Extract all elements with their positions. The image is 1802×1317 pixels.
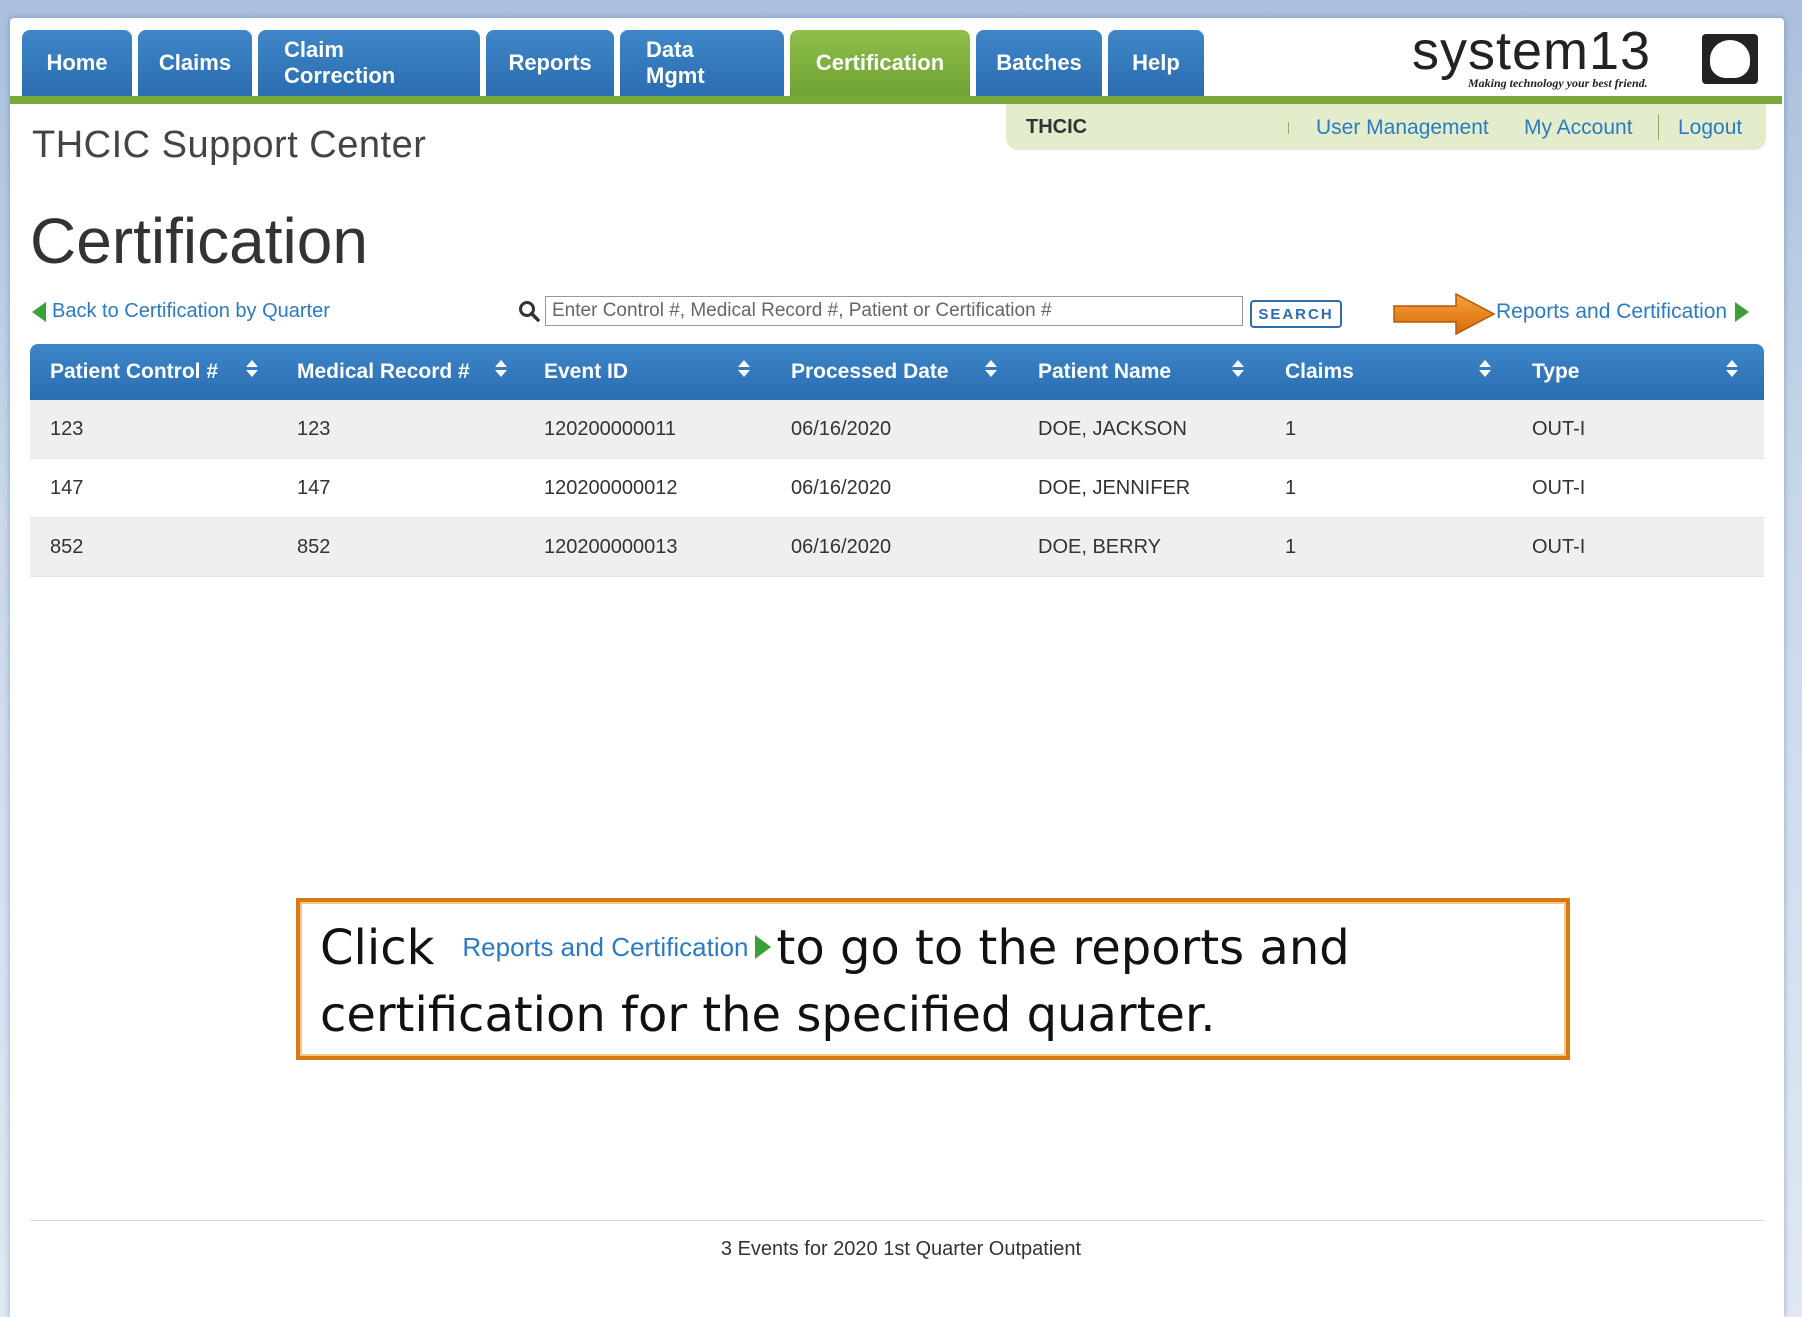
- site-title: THCIC Support Center: [32, 124, 427, 166]
- tab-claims[interactable]: Claims: [138, 30, 252, 96]
- cell-event-id: 120200000012: [544, 476, 678, 499]
- cell-claims: 1: [1285, 476, 1297, 499]
- search-icon: [519, 301, 540, 322]
- arrow-right-icon: [1735, 302, 1750, 322]
- back-to-certification-link[interactable]: Back to Certification by Quarter: [32, 300, 330, 323]
- footer-divider: [30, 1220, 1764, 1221]
- my-account-link[interactable]: My Account: [1524, 116, 1633, 140]
- column-header-processed-date[interactable]: Processed Date: [771, 344, 1018, 400]
- cell-patient-control: 852: [50, 535, 84, 558]
- logo-tagline: Making technology your best friend.: [1468, 76, 1648, 90]
- column-header-event-id[interactable]: Event ID: [524, 344, 771, 400]
- main-nav: Home Claims Claim Correction Reports Dat…: [22, 30, 1204, 96]
- tab-home[interactable]: Home: [22, 30, 132, 96]
- cell-medical-record: 123: [297, 417, 331, 440]
- instruction-callout: Click Reports and Certification to go to t…: [296, 898, 1570, 1060]
- column-label: Medical Record #: [297, 360, 470, 383]
- column-header-claims[interactable]: Claims: [1265, 344, 1512, 400]
- cell-claims: 1: [1285, 417, 1297, 440]
- column-label: Patient Name: [1038, 360, 1172, 383]
- column-label: Claims: [1285, 360, 1354, 383]
- cell-type: OUT-I: [1532, 417, 1586, 440]
- cell-claims: 1: [1285, 535, 1297, 558]
- tab-reports[interactable]: Reports: [486, 30, 614, 96]
- callout-reports-link: Reports and Certification: [462, 915, 771, 979]
- sort-icon[interactable]: [1477, 358, 1491, 380]
- system13-logo: system13 Making technology your best fri…: [1412, 21, 1764, 94]
- cell-patient-name: DOE, BERRY: [1038, 535, 1161, 558]
- logo-text: system13: [1412, 21, 1652, 81]
- arrow-left-icon: [32, 301, 46, 322]
- cell-processed-date: 06/16/2020: [791, 535, 892, 558]
- callout-prefix: Click: [320, 920, 435, 976]
- cell-medical-record: 147: [297, 476, 331, 499]
- column-header-patient-name[interactable]: Patient Name: [1018, 344, 1265, 400]
- sort-icon[interactable]: [736, 358, 750, 380]
- tab-claim-correction[interactable]: Claim Correction: [258, 30, 480, 96]
- divider: [1658, 114, 1659, 140]
- sort-icon[interactable]: [493, 358, 507, 380]
- cell-event-id: 120200000013: [544, 535, 678, 558]
- divider: [1288, 122, 1289, 134]
- column-header-patient-control[interactable]: Patient Control #: [30, 344, 277, 400]
- organization-label: THCIC: [1026, 116, 1088, 138]
- cell-processed-date: 06/16/2020: [791, 476, 892, 499]
- cell-medical-record: 852: [297, 535, 331, 558]
- cell-patient-name: DOE, JENNIFER: [1038, 476, 1191, 499]
- sort-icon[interactable]: [1230, 358, 1244, 380]
- events-table: Patient Control # Medical Record # Event…: [30, 344, 1764, 577]
- search-button[interactable]: SEARCH: [1250, 300, 1342, 328]
- logout-link[interactable]: Logout: [1678, 116, 1742, 140]
- back-link-label: Back to Certification by Quarter: [52, 300, 330, 322]
- tab-help[interactable]: Help: [1108, 30, 1204, 96]
- tab-data-mgmt[interactable]: Data Mgmt: [620, 30, 784, 96]
- cell-patient-control: 123: [50, 417, 84, 440]
- column-label: Event ID: [544, 360, 629, 383]
- column-label: Type: [1532, 360, 1580, 383]
- tab-batches[interactable]: Batches: [976, 30, 1102, 96]
- reports-and-certification-link[interactable]: Reports and Certification: [1496, 300, 1750, 324]
- sort-icon[interactable]: [983, 358, 997, 380]
- cell-type: OUT-I: [1532, 476, 1586, 499]
- cell-event-id: 120200000011: [544, 417, 676, 440]
- callout-text: Click Reports and Certification to go to t…: [320, 916, 1540, 1047]
- cell-processed-date: 06/16/2020: [791, 417, 892, 440]
- callout-link-label: Reports and Certification: [462, 932, 749, 962]
- sort-icon[interactable]: [1724, 358, 1738, 380]
- footer-summary: 3 Events for 2020 1st Quarter Outpatient: [720, 1238, 1082, 1260]
- orange-arrow-pointer-icon: [1393, 292, 1496, 336]
- arrow-right-icon: [754, 935, 771, 959]
- column-label: Patient Control #: [50, 360, 219, 383]
- cell-type: OUT-I: [1532, 535, 1586, 558]
- user-bar: THCIC User Management My Account Logout: [1006, 104, 1766, 150]
- column-label: Processed Date: [791, 360, 949, 383]
- sort-icon[interactable]: [244, 358, 258, 380]
- user-management-link[interactable]: User Management: [1316, 116, 1489, 140]
- cell-patient-control: 147: [50, 476, 84, 499]
- table-header: Patient Control # Medical Record # Event…: [30, 344, 1764, 400]
- tab-certification[interactable]: Certification: [790, 30, 970, 96]
- page-title: Certification: [30, 205, 368, 277]
- reports-link-label: Reports and Certification: [1496, 300, 1728, 323]
- search-input[interactable]: [545, 296, 1243, 326]
- table-row[interactable]: 852 852 120200000013 06/16/2020 DOE, BER…: [30, 518, 1764, 577]
- dog-logo-icon: [1702, 34, 1758, 84]
- column-header-medical-record[interactable]: Medical Record #: [277, 344, 524, 400]
- nav-underline: [10, 96, 1782, 104]
- column-header-type[interactable]: Type: [1512, 344, 1764, 400]
- table-row[interactable]: 147 147 120200000012 06/16/2020 DOE, JEN…: [30, 459, 1764, 518]
- cell-patient-name: DOE, JACKSON: [1038, 417, 1187, 440]
- table-row[interactable]: 123 123 120200000011 06/16/2020 DOE, JAC…: [30, 400, 1764, 459]
